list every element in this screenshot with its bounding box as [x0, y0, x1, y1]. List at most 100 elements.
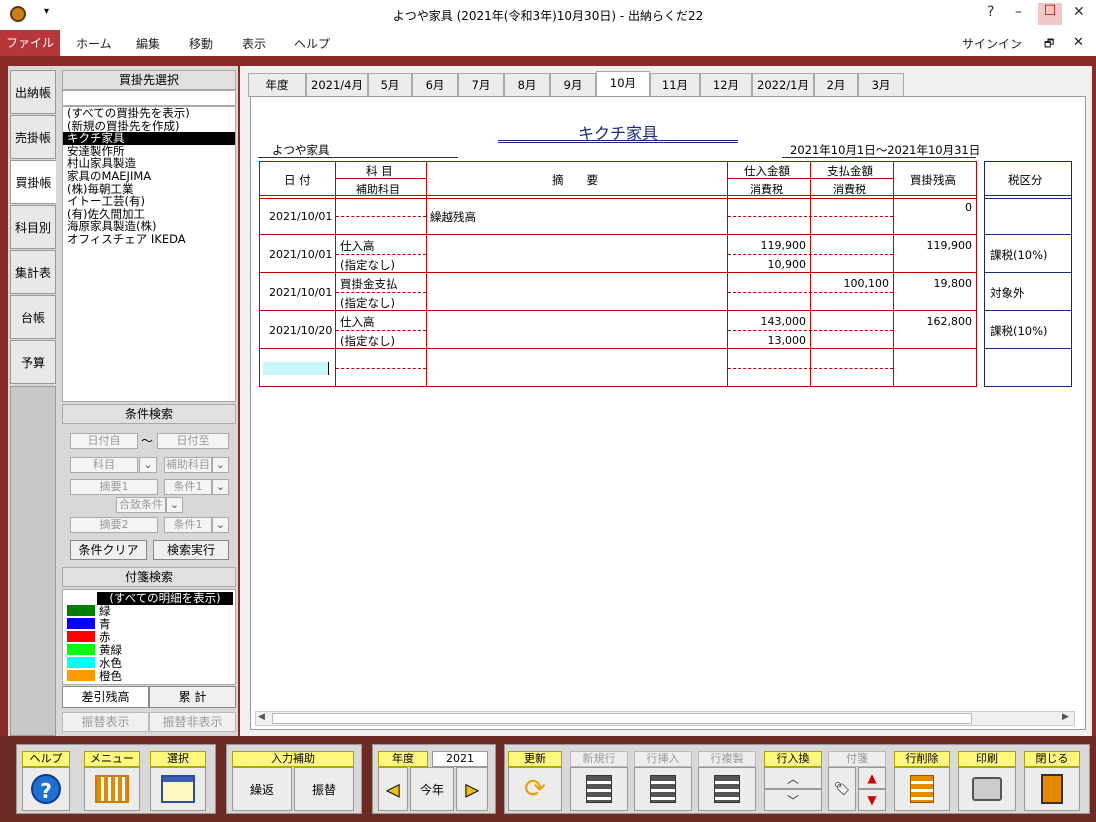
maximize-icon[interactable]: ☐ — [1038, 3, 1062, 25]
tab-month[interactable]: 7月 — [458, 73, 504, 97]
tag-item[interactable]: 青 — [67, 618, 227, 631]
vendor-item[interactable]: (すべての買掛先を表示) — [63, 107, 235, 120]
tab-fiscal-year[interactable]: 年度 — [248, 73, 306, 97]
balance-tab[interactable]: 差引残高 — [62, 686, 149, 708]
tab-month[interactable]: 12月 — [700, 73, 752, 97]
help-button[interactable]: ? — [22, 767, 70, 811]
tab-by-account[interactable]: 科目別 — [10, 205, 56, 249]
scroll-right-icon[interactable]: ▶ — [1062, 712, 1069, 722]
tag-item[interactable]: 緑 — [67, 605, 227, 618]
row-balance[interactable]: 162,800 — [896, 315, 973, 328]
scroll-left-icon[interactable]: ◀ — [258, 712, 265, 722]
tab-receivable[interactable]: 売掛帳 — [10, 115, 56, 159]
cond1-dropdown-icon[interactable]: ⌄ — [212, 479, 229, 495]
row-date[interactable]: 2021/10/01 — [269, 248, 332, 261]
tab-month[interactable]: 11月 — [650, 73, 700, 97]
scroll-thumb[interactable] — [272, 713, 972, 724]
match-dropdown-icon[interactable]: ⌄ — [166, 497, 183, 513]
row-account[interactable]: 仕入高 — [340, 238, 375, 254]
tag-all-item[interactable]: (すべての明細を表示) — [97, 592, 233, 605]
select-button[interactable] — [150, 767, 206, 811]
tag-item[interactable]: 橙色 — [67, 670, 227, 683]
cond2-select[interactable]: 条件1 — [164, 517, 212, 533]
row-sub-account[interactable]: (指定なし) — [340, 333, 395, 349]
row-balance[interactable]: 0 — [896, 201, 972, 214]
row-date[interactable]: 2021/10/20 — [269, 324, 332, 337]
row-tax[interactable]: 10,900 — [730, 258, 807, 271]
minimize-icon[interactable]: – — [1015, 4, 1022, 20]
condition-clear-button[interactable]: 条件クリア — [70, 540, 147, 560]
menu-view[interactable]: 表示 — [242, 35, 266, 52]
row-date[interactable]: 2021/10/01 — [269, 210, 332, 223]
prev-year-button[interactable]: ◀ — [378, 767, 408, 811]
sub-account-dropdown-icon[interactable]: ⌄ — [212, 457, 229, 473]
copy-row-button[interactable] — [698, 767, 756, 811]
row-date[interactable]: 2021/10/01 — [269, 286, 332, 299]
transfer-hide-button[interactable]: 振替非表示 — [149, 712, 236, 732]
signin-link[interactable]: サインイン — [962, 35, 1022, 52]
memo1-input[interactable]: 摘要1 — [70, 479, 158, 495]
this-year-button[interactable]: 今年 — [410, 767, 454, 811]
tag-item[interactable]: 黄緑 — [67, 644, 227, 657]
row-payment[interactable]: 100,100 — [813, 277, 890, 290]
account-select[interactable]: 科目 — [70, 457, 138, 473]
tab-month[interactable]: 2月 — [814, 73, 858, 97]
date-from-input[interactable]: 日付自 — [70, 433, 138, 449]
menu-file[interactable]: ファイル — [0, 30, 60, 56]
tag-button[interactable]: 🏷 — [828, 767, 856, 811]
vendor-item[interactable]: オフィスチェア IKEDA — [63, 233, 235, 246]
row-balance[interactable]: 119,900 — [896, 239, 973, 252]
row-purchase[interactable]: 143,000 — [730, 315, 807, 328]
menu-move[interactable]: 移動 — [189, 35, 213, 52]
vendor-item[interactable]: 家具のMAEJIMA — [63, 170, 235, 183]
horizontal-scrollbar[interactable]: ◀ ▶ — [255, 711, 1075, 726]
tab-month[interactable]: 5月 — [368, 73, 412, 97]
account-dropdown-icon[interactable]: ⌄ — [139, 457, 157, 473]
vendor-search-box[interactable] — [62, 90, 236, 106]
vendor-item-selected[interactable]: キクチ家具 — [63, 132, 235, 145]
tab-month[interactable]: 6月 — [412, 73, 458, 97]
row-tax-category[interactable]: 課税(10%) — [990, 247, 1048, 263]
tab-summary[interactable]: 集計表 — [10, 250, 56, 294]
row-sub-account[interactable]: (指定なし) — [340, 257, 395, 273]
tag-list[interactable]: (すべての明細を表示) 緑 青 赤 黄緑 水色 橙色 — [62, 589, 236, 685]
memo2-input[interactable]: 摘要2 — [70, 517, 158, 533]
tab-cashbook[interactable]: 出納帳 — [10, 70, 56, 114]
new-row-date-input[interactable] — [263, 362, 329, 375]
cond2-dropdown-icon[interactable]: ⌄ — [212, 517, 229, 533]
tag-up-button[interactable]: ▲ — [858, 767, 886, 789]
tab-month[interactable]: 3月 — [858, 73, 904, 97]
next-year-button[interactable]: ▶ — [456, 767, 488, 811]
menu-edit[interactable]: 編集 — [136, 35, 160, 52]
new-row-button[interactable] — [570, 767, 628, 811]
insert-row-button[interactable] — [634, 767, 692, 811]
delete-row-button[interactable] — [894, 767, 950, 811]
match-select[interactable]: 合致条件 — [116, 497, 166, 513]
tag-down-button[interactable]: ▼ — [858, 789, 886, 811]
close-icon[interactable]: ✕ — [1073, 4, 1085, 20]
help-icon[interactable]: ? — [987, 4, 994, 20]
menu-button[interactable] — [84, 767, 140, 811]
row-tax-category[interactable]: 課税(10%) — [990, 323, 1048, 339]
cumulative-tab[interactable]: 累 計 — [149, 686, 236, 708]
update-button[interactable]: ⟳ — [508, 767, 562, 811]
doc-restore-icon[interactable]: 🗗 — [1044, 35, 1054, 54]
row-account[interactable]: 買掛金支払 — [340, 276, 398, 292]
sub-account-select[interactable]: 補助科目 — [164, 457, 212, 473]
row-tax[interactable]: 13,000 — [730, 334, 807, 347]
cond1-select[interactable]: 条件1 — [164, 479, 212, 495]
tab-month[interactable]: 2022/1月 — [752, 73, 814, 97]
tab-month[interactable]: 8月 — [504, 73, 550, 97]
tag-item[interactable]: 赤 — [67, 631, 227, 644]
row-balance[interactable]: 19,800 — [896, 277, 973, 290]
row-account[interactable]: 仕入高 — [340, 314, 375, 330]
tag-item[interactable]: 水色 — [67, 657, 227, 670]
tab-payable[interactable]: 買掛帳 — [10, 160, 56, 204]
doc-close-icon[interactable]: ✕ — [1073, 35, 1084, 50]
close-button[interactable] — [1024, 767, 1080, 811]
date-to-input[interactable]: 日付至 — [157, 433, 229, 449]
tab-budget[interactable]: 予算 — [10, 340, 56, 384]
repeat-button[interactable]: 繰返 — [232, 767, 292, 811]
row-sub-account[interactable]: (指定なし) — [340, 295, 395, 311]
row-memo[interactable]: 繰越残高 — [430, 209, 476, 225]
